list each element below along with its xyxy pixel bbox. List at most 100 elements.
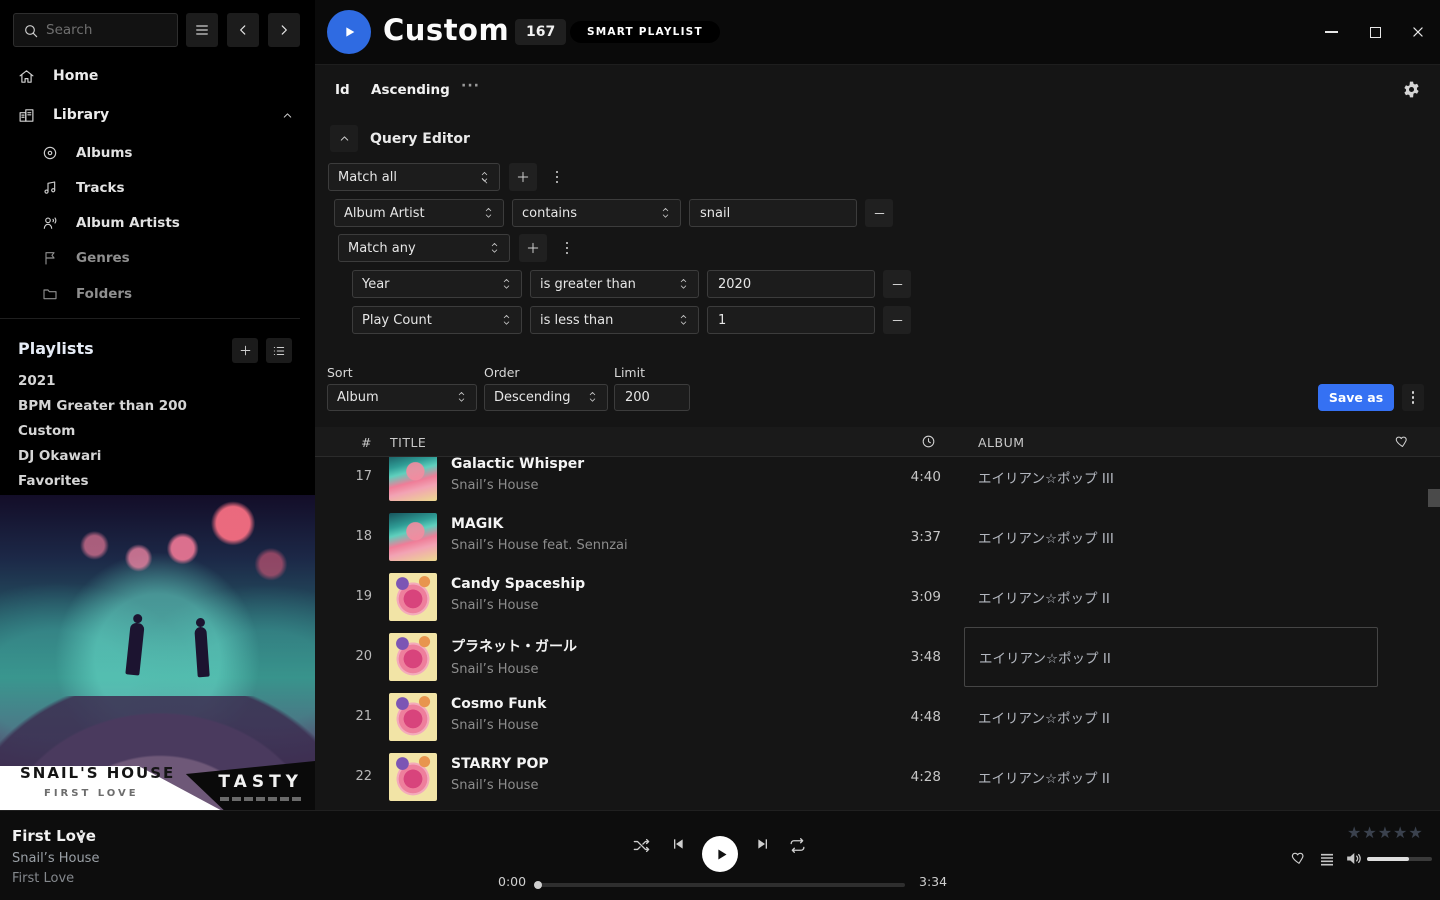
sidebar-item-album-artists[interactable]: Album Artists [0,208,300,238]
save-as-button[interactable]: Save as [1318,384,1394,411]
playlist-item[interactable]: DJ Okawari [0,443,300,468]
sidebar-item-tracks[interactable]: Tracks [0,173,300,203]
table-row[interactable]: 17 Galactic Whisper Snail’s House 4:40 エ… [315,457,1440,507]
track-artist[interactable]: Snail’s House [451,718,546,733]
sidebar-item-library[interactable]: Library [0,100,300,130]
favorite-button[interactable] [1291,850,1307,870]
search-box[interactable] [13,13,178,47]
rule3-value-input[interactable] [707,306,875,334]
sidebar-item-folders[interactable]: Folders [0,279,300,309]
rule3-operator-select[interactable]: is less than [530,306,699,334]
sidebar-item-albums[interactable]: Albums [0,138,300,168]
star-icon[interactable] [1393,823,1407,842]
rule3-field-select[interactable]: Play Count [352,306,522,334]
track-title[interactable]: Cosmo Funk [451,696,546,712]
group-menu-button-2[interactable] [558,234,576,262]
track-cover-art[interactable] [389,457,437,501]
track-album[interactable]: エイリアン☆ポップ II [964,567,1378,627]
now-playing-artist[interactable]: Snail’s House [12,851,99,866]
rule1-field-select[interactable]: Album Artist [334,199,504,227]
settings-gear-button[interactable] [1402,80,1421,103]
shuffle-button[interactable] [632,836,651,855]
match-mode-select-2[interactable]: Match any [338,234,510,262]
playlist-item[interactable]: 2021 [0,368,300,393]
track-artist[interactable]: Snail’s House [451,478,584,493]
chevron-up-icon[interactable] [281,109,294,122]
track-artist[interactable]: Snail’s House feat. Sennzai [451,538,628,553]
track-album[interactable]: エイリアン☆ポップ II [964,747,1378,807]
column-favorite[interactable] [1395,434,1410,452]
window-close-button[interactable] [1404,22,1432,42]
remove-rule1-button[interactable] [865,199,893,227]
search-input[interactable] [46,14,174,46]
rule2-value-input[interactable] [707,270,875,298]
query-sort-select[interactable]: Album [327,384,477,411]
column-number[interactable]: # [340,435,372,450]
star-icon[interactable] [1347,823,1361,842]
sidebar-item-genres[interactable]: Genres [0,243,300,273]
track-title[interactable]: STARRY POP [451,756,549,772]
seek-bar[interactable] [535,883,905,887]
track-album[interactable]: エイリアン☆ポップ II [964,687,1378,747]
table-row[interactable]: 19 Candy Spaceship Snail’s House 3:09 エイ… [315,567,1440,627]
next-track-button[interactable] [755,836,771,852]
play-playlist-button[interactable] [327,10,371,54]
queue-button[interactable] [1319,852,1335,871]
remove-rule3-button[interactable] [883,306,911,334]
add-rule-button-2[interactable] [519,234,547,262]
now-playing-menu-button[interactable] [80,830,83,843]
playlist-item[interactable]: Custom [0,418,300,443]
rule2-field-select[interactable]: Year [352,270,522,298]
track-title[interactable]: Galactic Whisper [451,457,584,472]
track-album[interactable]: エイリアン☆ポップ III [964,507,1378,567]
playlist-item[interactable]: BPM Greater than 200 [0,393,300,418]
sidebar-item-home[interactable]: Home [0,61,300,91]
track-cover-art[interactable] [389,693,437,741]
volume-slider[interactable] [1367,857,1432,861]
sort-more-button[interactable]: ··· [461,78,480,94]
group-menu-button-1[interactable] [548,163,566,191]
sort-field-button[interactable]: Id [335,82,350,98]
playlist-view-button[interactable] [266,338,292,363]
match-mode-select-1[interactable]: Match all [328,163,500,191]
rule1-operator-select[interactable]: contains [512,199,681,227]
add-playlist-button[interactable] [232,338,258,363]
track-album[interactable]: エイリアン☆ポップ III [964,457,1378,507]
query-editor-collapse-button[interactable] [330,125,358,152]
playlist-item[interactable]: Favorites [0,468,300,493]
volume-button[interactable] [1344,849,1363,872]
track-cover-art[interactable] [389,753,437,801]
rule2-operator-select[interactable]: is greater than [530,270,699,298]
now-playing-album[interactable]: First Love [12,871,74,886]
track-title[interactable]: プラネット・ガール [451,636,577,656]
window-minimize-button[interactable] [1317,22,1345,42]
menu-button[interactable] [186,13,218,47]
remove-rule2-button[interactable] [883,270,911,298]
track-title[interactable]: Candy Spaceship [451,576,585,592]
track-artist[interactable]: Snail’s House [451,778,549,793]
column-title[interactable]: TITLE [390,435,426,450]
track-artist[interactable]: Snail’s House [451,598,585,613]
track-artist[interactable]: Snail’s House [451,662,577,677]
table-row[interactable]: 22 STARRY POP Snail’s House 4:28 エイリアン☆ポ… [315,747,1440,807]
now-playing-title[interactable]: First Love [12,827,96,845]
sort-direction-button[interactable]: Ascending [371,82,450,98]
seek-handle[interactable] [534,881,542,889]
track-cover-art[interactable] [389,573,437,621]
table-row[interactable]: 18 MAGIK Snail’s House feat. Sennzai 3:3… [315,507,1440,567]
repeat-button[interactable] [788,836,807,855]
table-row[interactable]: 20 プラネット・ガール Snail’s House 3:48 エイリアン☆ポッ… [315,627,1440,687]
rating-stars[interactable] [1347,823,1423,842]
query-limit-input[interactable] [614,384,690,411]
track-cover-art[interactable] [389,633,437,681]
star-icon[interactable] [1362,823,1376,842]
nav-back-button[interactable] [227,13,259,47]
previous-track-button[interactable] [670,836,686,852]
add-rule-button-1[interactable] [509,163,537,191]
rule1-value-input[interactable] [689,199,857,227]
track-title[interactable]: MAGIK [451,516,628,532]
star-icon[interactable] [1408,823,1422,842]
vertical-scrollbar-thumb[interactable] [1428,489,1440,507]
window-maximize-button[interactable] [1361,22,1389,42]
table-row[interactable]: 21 Cosmo Funk Snail’s House 4:48 エイリアン☆ポ… [315,687,1440,747]
